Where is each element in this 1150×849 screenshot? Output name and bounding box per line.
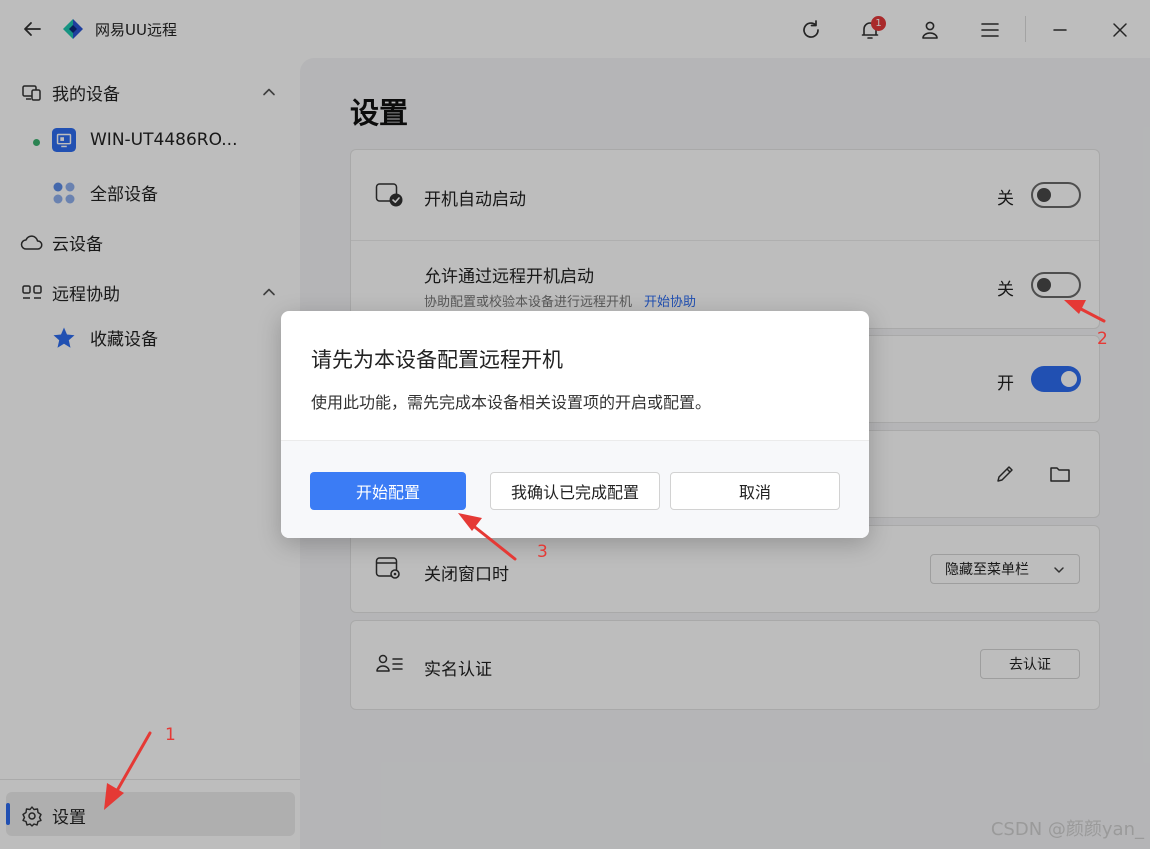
- watermark: CSDN @颜颜yan_: [990, 819, 1144, 840]
- annotation-label-2: 2: [1097, 329, 1108, 349]
- annotation-arrows: [104, 300, 1106, 810]
- annotation-label-3: 3: [537, 542, 548, 562]
- annotation-label-1: 1: [165, 725, 176, 745]
